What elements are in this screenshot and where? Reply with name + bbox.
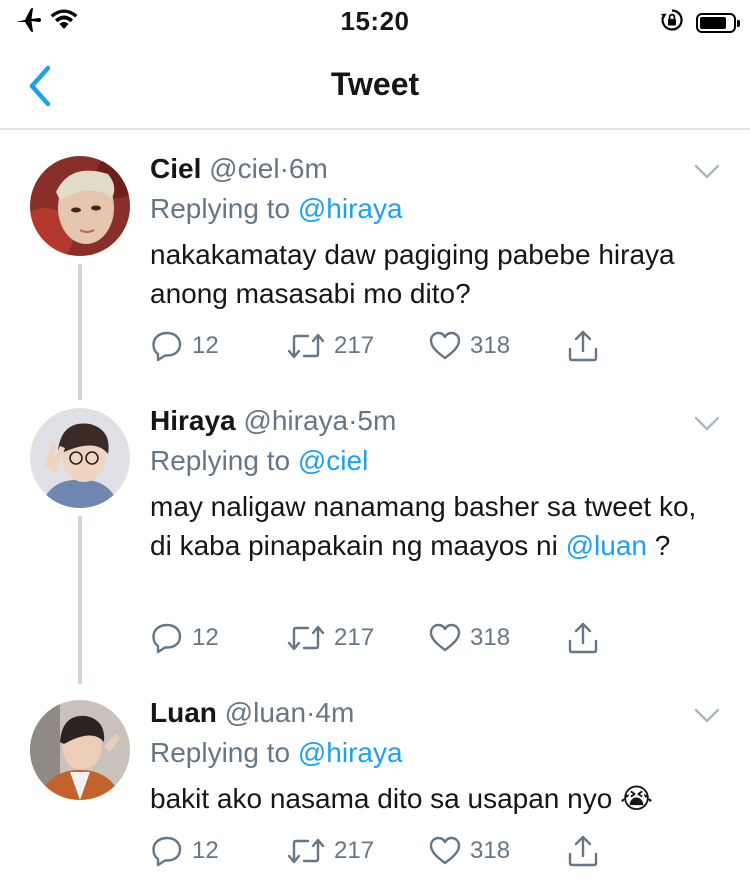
tweet-menu-button[interactable] <box>694 164 720 180</box>
reply-icon <box>150 329 184 363</box>
like-button[interactable]: 318 <box>428 329 510 363</box>
like-count: 318 <box>470 837 511 864</box>
tweet-actions: 12 217 318 <box>150 621 620 661</box>
tweet-item[interactable]: Luan @luan·4m Replying to @hiraya bakit … <box>0 674 750 882</box>
author-name[interactable]: Luan <box>150 697 217 728</box>
tweet-text: may naligaw nanamang basher sa tweet ko,… <box>150 487 720 565</box>
tweet-time: 5m <box>357 405 397 436</box>
tweet-item[interactable]: Ciel @ciel·6m Replying to @hiraya nakaka… <box>0 130 750 400</box>
reply-to-link[interactable]: @hiraya <box>298 193 403 224</box>
tweet-item[interactable]: Hiraya @hiraya·5m Replying to @ciel may … <box>0 382 750 684</box>
like-button[interactable]: 318 <box>428 621 510 655</box>
reply-context: Replying to @ciel <box>150 444 720 478</box>
reply-icon <box>150 621 184 655</box>
tweet-text-main: bakit ako nasama dito sa usapan nyo <box>150 783 613 814</box>
tweet-menu-button[interactable] <box>694 416 720 432</box>
avatar[interactable] <box>30 700 130 800</box>
reply-to-link[interactable]: @ciel <box>298 445 368 476</box>
tweet-time: 4m <box>315 697 355 728</box>
author-handle[interactable]: @luan <box>225 697 306 728</box>
caret-down-icon <box>694 164 720 179</box>
like-icon <box>428 329 462 363</box>
reply-count: 12 <box>192 837 219 864</box>
nav-bar: Tweet <box>0 42 750 130</box>
tweet-text: bakit ako nasama dito sa usapan nyo 😭 <box>150 779 720 818</box>
retweet-count: 217 <box>334 332 375 359</box>
tweet-actions: 12 217 318 <box>150 329 620 369</box>
reply-prefix: Replying to <box>150 193 291 224</box>
mention-link[interactable]: @luan <box>566 530 647 561</box>
share-button[interactable] <box>566 834 600 868</box>
reply-count: 12 <box>192 332 219 359</box>
reply-context: Replying to @hiraya <box>150 192 720 226</box>
retweet-icon <box>286 329 326 363</box>
reply-prefix: Replying to <box>150 737 291 768</box>
retweet-button[interactable]: 217 <box>286 834 374 868</box>
orientation-lock-icon <box>660 8 684 37</box>
like-icon <box>428 621 462 655</box>
author-name[interactable]: Ciel <box>150 153 201 184</box>
reply-button[interactable]: 12 <box>150 329 219 363</box>
retweet-count: 217 <box>334 837 375 864</box>
share-icon <box>566 329 600 363</box>
status-time: 15:20 <box>340 6 410 36</box>
share-icon <box>566 621 600 655</box>
author-handle[interactable]: @ciel <box>209 153 279 184</box>
share-icon <box>566 834 600 868</box>
crying-emoji: 😭 <box>620 783 653 814</box>
caret-down-icon <box>694 416 720 431</box>
status-bar: 15:20 <box>0 0 750 42</box>
battery-icon <box>696 12 740 33</box>
like-button[interactable]: 318 <box>428 834 510 868</box>
retweet-button[interactable]: 217 <box>286 329 374 363</box>
meta-separator: · <box>279 153 289 184</box>
retweet-count: 217 <box>334 624 375 651</box>
author-handle[interactable]: @hiraya <box>243 405 348 436</box>
tweet-menu-button[interactable] <box>694 708 720 724</box>
reply-to-link[interactable]: @hiraya <box>298 737 403 768</box>
like-icon <box>428 834 462 868</box>
retweet-icon <box>286 621 326 655</box>
retweet-icon <box>286 834 326 868</box>
reply-prefix: Replying to <box>150 445 291 476</box>
reply-button[interactable]: 12 <box>150 834 219 868</box>
reply-count: 12 <box>192 624 219 651</box>
like-count: 318 <box>470 624 511 651</box>
meta-separator: · <box>306 697 316 728</box>
reply-context: Replying to @hiraya <box>150 736 720 770</box>
author-name[interactable]: Hiraya <box>150 405 236 436</box>
tweet-time: 6m <box>288 153 328 184</box>
share-button[interactable] <box>566 329 600 363</box>
like-count: 318 <box>470 332 511 359</box>
tweet-text-suffix: ? <box>647 530 671 561</box>
thread-line <box>78 516 82 684</box>
avatar[interactable] <box>30 156 130 256</box>
reply-button[interactable]: 12 <box>150 621 219 655</box>
share-button[interactable] <box>566 621 600 655</box>
caret-down-icon <box>694 708 720 723</box>
tweet-actions: 12 217 318 <box>150 834 620 874</box>
avatar[interactable] <box>30 408 130 508</box>
retweet-button[interactable]: 217 <box>286 621 374 655</box>
tweet-text: nakakamatay daw pagiging pabebe hiraya a… <box>150 239 675 309</box>
page-title: Tweet <box>330 66 420 102</box>
thread-line <box>78 264 82 400</box>
reply-icon <box>150 834 184 868</box>
